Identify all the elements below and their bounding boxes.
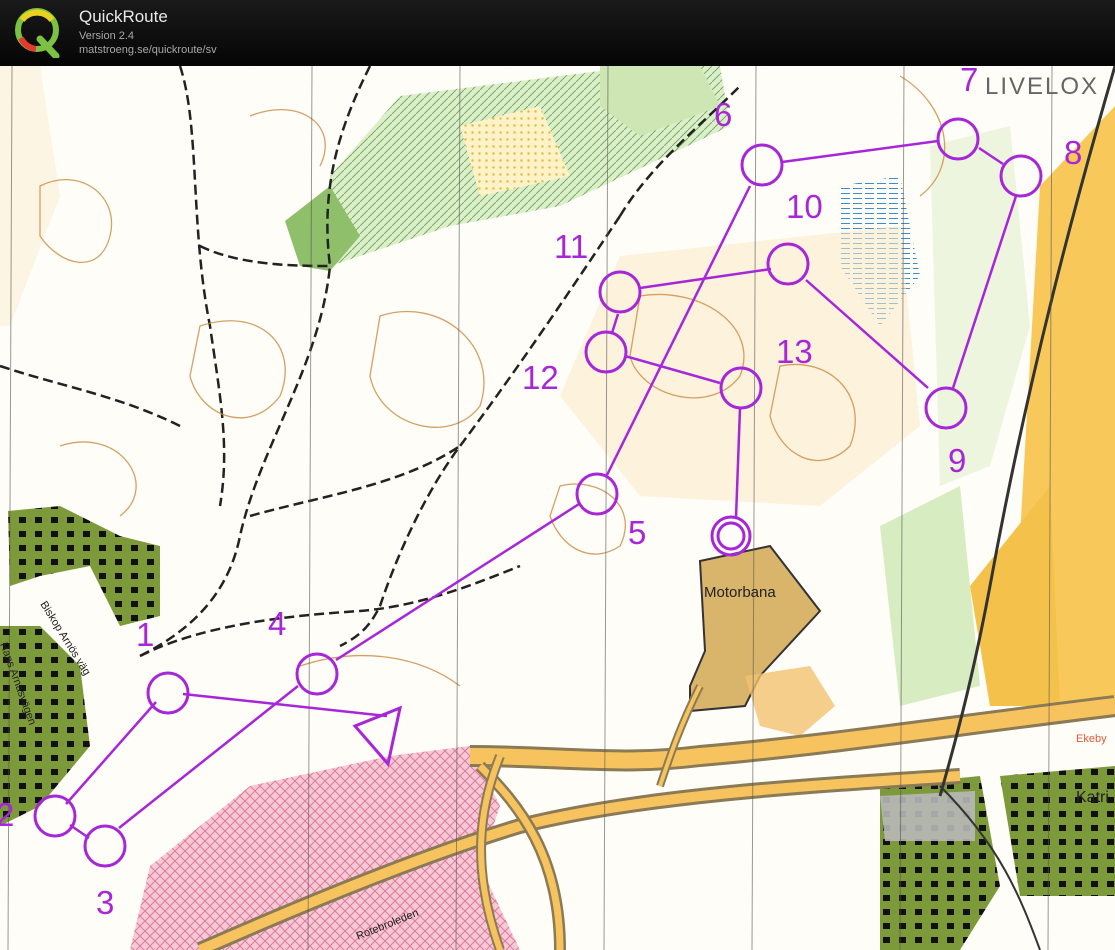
control-number-10: 10 [786,188,823,225]
control-number-11: 11 [554,228,588,265]
control-number-6: 6 [714,96,732,133]
motorbana-label: Motorbana [704,584,776,601]
control-number-5: 5 [628,514,646,551]
motorbana-area [689,544,835,736]
control-number-1: 1 [136,616,154,653]
control-number-2: 2 [0,796,14,833]
control-number-13: 13 [776,333,813,370]
quickroute-logo-icon [15,8,60,58]
livelox-watermark: LIVELOX [985,73,1099,100]
app-version: Version 2.4 [79,30,135,42]
control-number-12: 12 [522,359,559,396]
control-number-8: 8 [1064,134,1082,171]
app-title: QuickRoute [79,7,168,26]
control-number-7: 7 [960,66,978,98]
control-number-9: 9 [948,442,966,479]
control-number-3: 3 [96,884,114,921]
app-url: matstroeng.se/quickroute/sv [79,44,217,56]
katrineberg-label: Katri [1076,789,1109,806]
orienteering-map[interactable]: 1 2 3 4 5 6 7 8 9 10 11 12 13 Motorbana … [0,66,1115,950]
title-bar: QuickRoute Version 2.4 matstroeng.se/qui… [0,0,1115,66]
ekeby-label: Ekeby [1076,733,1107,745]
control-number-4: 4 [268,605,286,642]
